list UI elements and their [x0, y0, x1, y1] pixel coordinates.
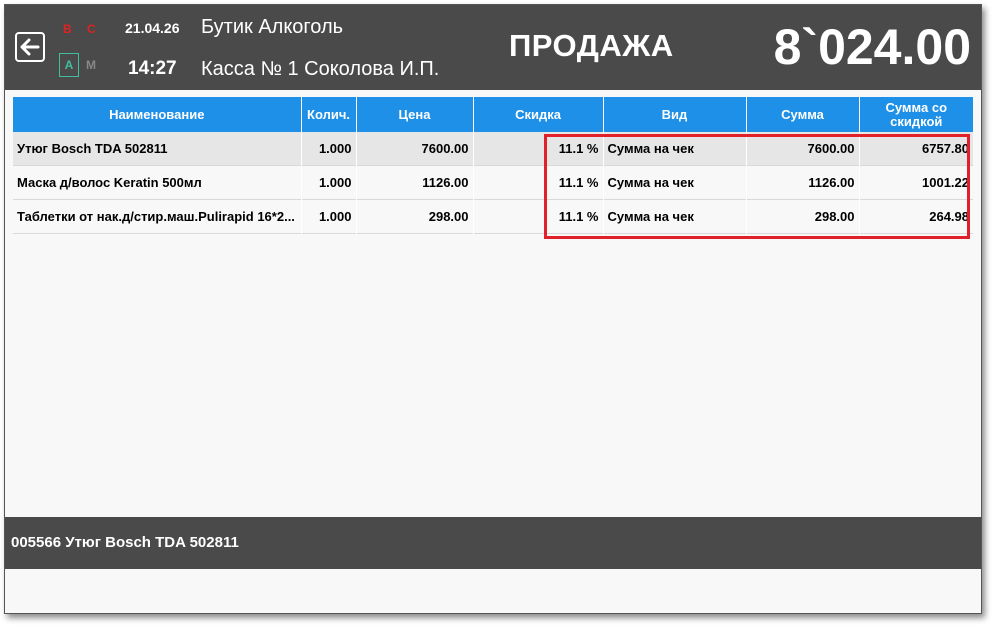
cell-price: 1126.00	[355, 165, 473, 200]
cell-name: Утюг Bosch TDA 502811	[13, 132, 301, 166]
table-row[interactable]: Таблетки от нак.д/стир.маш.Pulirapid 16*…	[13, 199, 973, 234]
arrow-left-icon	[20, 38, 40, 56]
cell-qty: 1.000	[300, 199, 356, 234]
col-qty[interactable]: Колич.	[300, 97, 356, 132]
status-text: 005566 Утюг Bosch TDA 502811	[11, 534, 239, 551]
register-info: Касса № 1 Соколова И.П.	[201, 58, 440, 80]
status-bar: 005566 Утюг Bosch TDA 502811	[5, 517, 981, 569]
cell-type: Сумма на чек	[602, 132, 746, 166]
mode-title: ПРОДАЖА	[509, 28, 674, 63]
pos-window: B C A M 21.04.26 14:27 Бутик Алкоголь Ка…	[4, 4, 982, 614]
cell-price: 298.00	[355, 199, 473, 234]
top-bar: B C A M 21.04.26 14:27 Бутик Алкоголь Ка…	[5, 5, 981, 90]
cell-sum-discount: 1001.22	[858, 165, 973, 200]
col-sum[interactable]: Сумма	[745, 97, 859, 132]
cell-sum: 7600.00	[745, 132, 859, 166]
shop-name: Бутик Алкоголь	[201, 16, 344, 38]
flag-b: B	[63, 22, 72, 36]
col-discount[interactable]: Скидка	[472, 97, 603, 132]
cell-discount: 11.1 %	[472, 199, 603, 234]
time: 14:27	[128, 58, 177, 79]
back-button[interactable]	[15, 32, 45, 62]
col-name[interactable]: Наименование	[13, 97, 301, 132]
col-type[interactable]: Вид	[602, 97, 746, 132]
cell-qty: 1.000	[300, 132, 356, 166]
flag-c: C	[87, 22, 96, 36]
cell-sum: 298.00	[745, 199, 859, 234]
cell-price: 7600.00	[355, 132, 473, 166]
flag-m[interactable]: M	[86, 58, 96, 72]
cell-sum: 1126.00	[745, 165, 859, 200]
date: 21.04.26	[125, 20, 180, 36]
col-price[interactable]: Цена	[355, 97, 473, 132]
total-amount: 8`024.00	[773, 19, 971, 75]
cell-qty: 1.000	[300, 165, 356, 200]
cell-discount: 11.1 %	[472, 132, 603, 166]
table-row[interactable]: Маска д/волос Keratin 500мл 1.000 1126.0…	[13, 165, 973, 200]
cell-name: Таблетки от нак.д/стир.маш.Pulirapid 16*…	[17, 209, 295, 224]
items-table-area: Наименование Колич. Цена Скидка Вид Сумм…	[13, 97, 973, 234]
table-row[interactable]: Утюг Bosch TDA 502811 1.000 7600.00 11.1…	[13, 132, 973, 166]
cell-type: Сумма на чек	[602, 199, 746, 234]
cell-type: Сумма на чек	[602, 165, 746, 200]
col-sum-discount[interactable]: Сумма со скидкой	[858, 97, 973, 132]
table-header: Наименование Колич. Цена Скидка Вид Сумм…	[13, 97, 973, 132]
cell-sum-discount: 6757.80	[858, 132, 973, 166]
items-table: Наименование Колич. Цена Скидка Вид Сумм…	[13, 97, 973, 234]
cell-name: Маска д/волос Keratin 500мл	[17, 175, 202, 190]
flag-a[interactable]: A	[59, 53, 79, 77]
cell-discount: 11.1 %	[472, 165, 603, 200]
cell-sum-discount: 264.98	[858, 199, 973, 234]
